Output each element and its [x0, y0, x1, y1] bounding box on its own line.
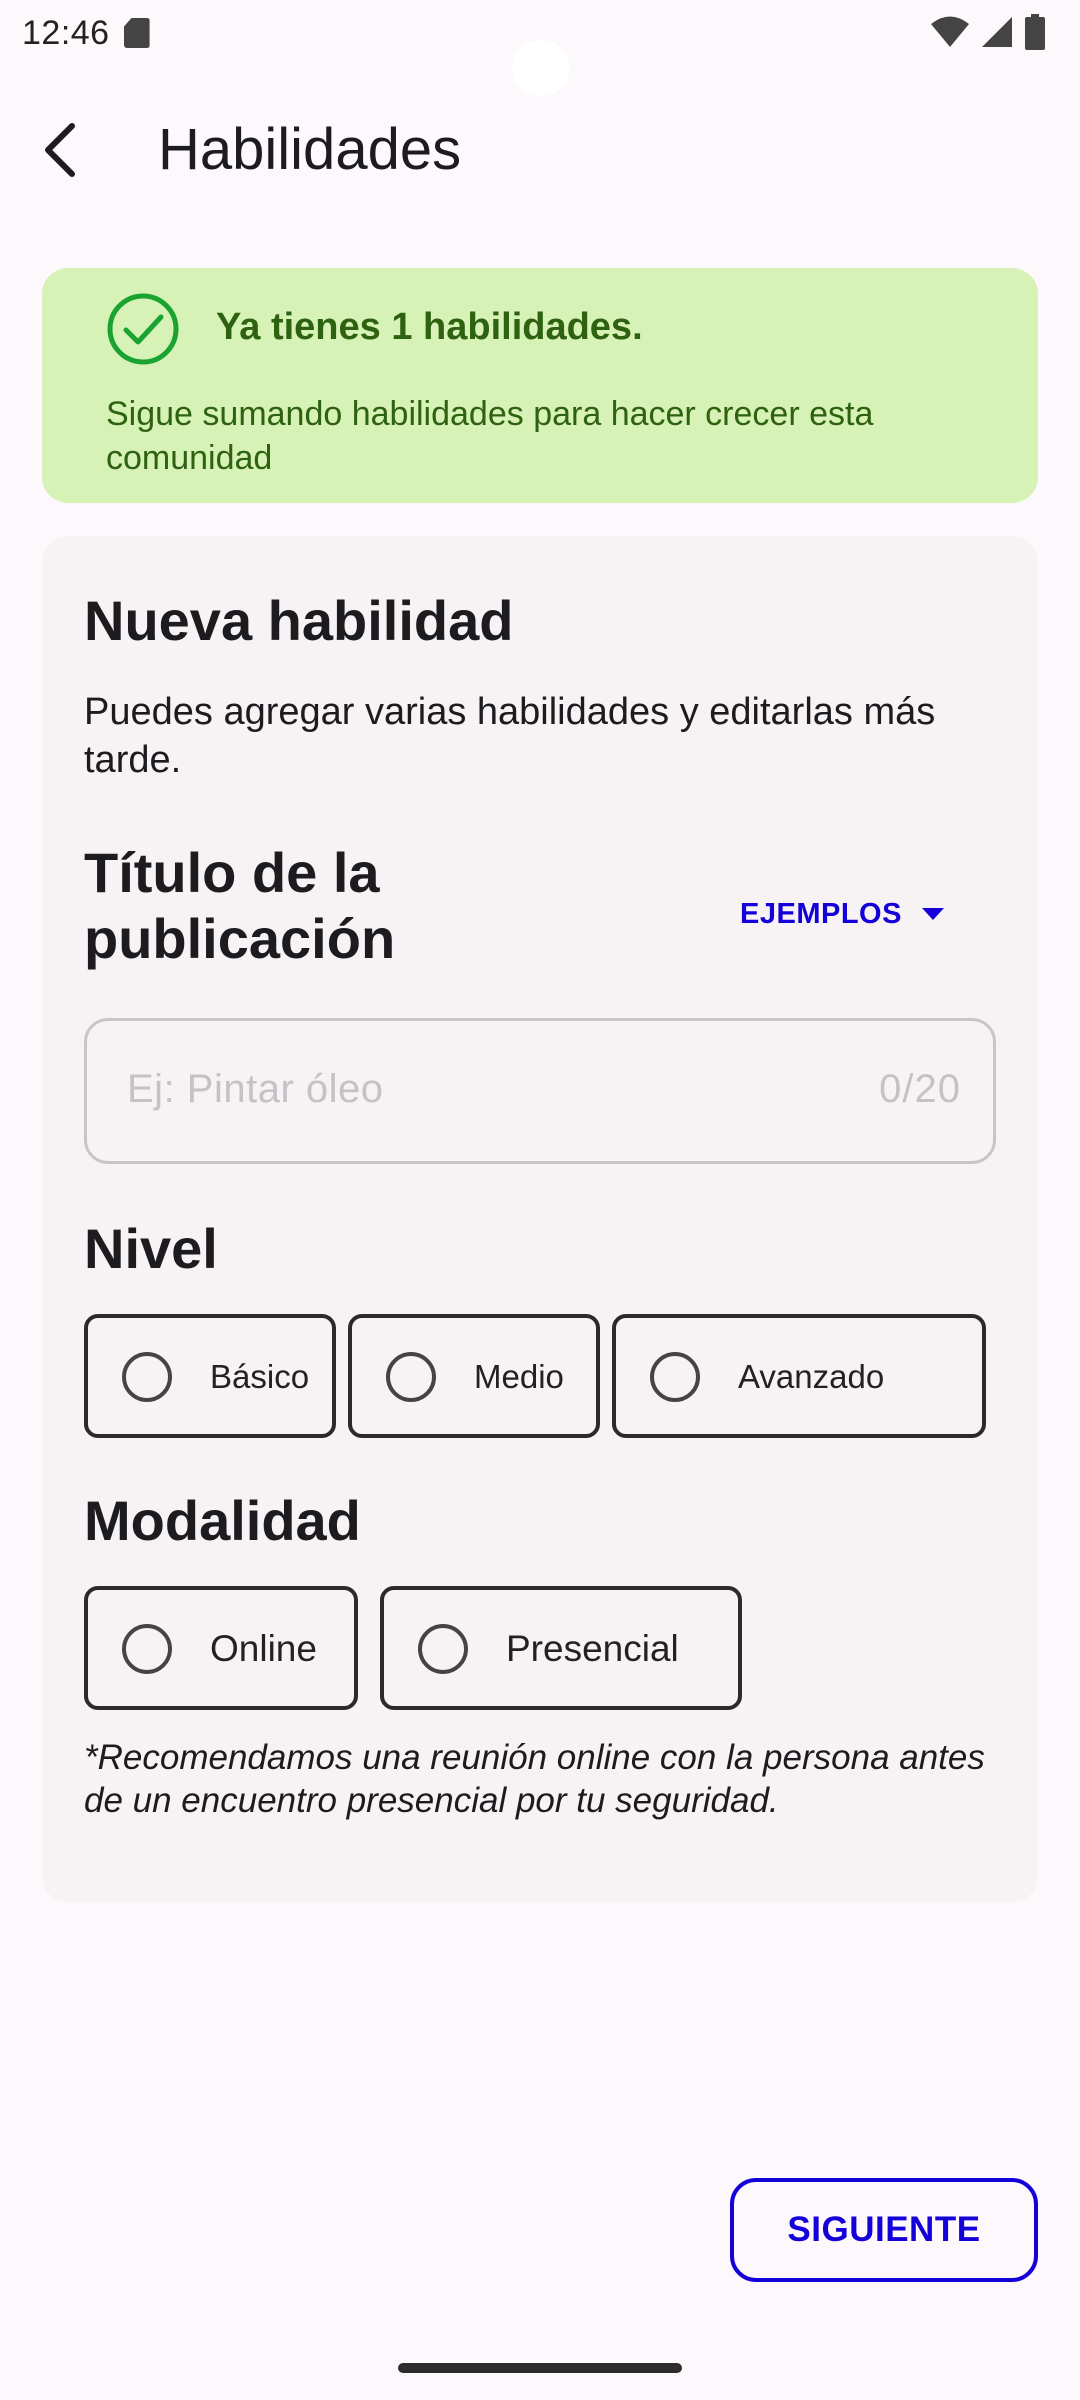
examples-button[interactable]: EJEMPLOS [740, 884, 944, 944]
character-counter: 0/20 [879, 1067, 961, 1111]
examples-label: EJEMPLOS [740, 897, 902, 930]
option-label: Online [210, 1628, 317, 1669]
page-title: Habilidades [158, 117, 462, 182]
banner-text: Sigue sumando habilidades para hacer cre… [106, 395, 874, 477]
modality-option-presencial[interactable]: Presencial [380, 1586, 742, 1710]
radio-icon [386, 1352, 436, 1402]
option-label: Medio [474, 1358, 564, 1395]
dropdown-arrow-icon [921, 908, 944, 920]
radio-icon [418, 1624, 468, 1674]
app-bar: Habilidades [0, 96, 1080, 206]
card-description: Puedes agregar varias habilidades y edit… [84, 691, 936, 781]
level-option-basico[interactable]: Básico [84, 1314, 336, 1438]
option-label: Básico [210, 1358, 310, 1395]
new-skill-card: Nueva habilidad Puedes agregar varias ha… [42, 536, 1038, 1902]
status-icons [930, 14, 1046, 50]
sd-card-icon [123, 18, 150, 48]
status-time: 12:46 [22, 13, 110, 52]
level-label: Nivel [84, 1217, 218, 1280]
option-label: Avanzado [738, 1358, 885, 1395]
post-title-input[interactable]: Ej: Pintar óleo 0/20 [84, 1018, 996, 1164]
level-option-avanzado[interactable]: Avanzado [612, 1314, 986, 1438]
radio-icon [122, 1624, 172, 1674]
radio-icon [650, 1352, 700, 1402]
back-button[interactable] [22, 110, 102, 190]
signal-icon [982, 17, 1012, 47]
banner-title: Ya tienes 1 habilidades. [216, 306, 643, 348]
card-title: Nueva habilidad [84, 589, 514, 652]
camera-cutout [512, 40, 570, 96]
success-banner: Ya tienes 1 habilidades. Sigue sumando h… [42, 268, 1038, 503]
safety-footnote: *Recomendamos una reunión online con la … [84, 1738, 985, 1820]
home-indicator[interactable] [398, 2363, 682, 2373]
radio-icon [122, 1352, 172, 1402]
check-circle-icon [107, 293, 179, 365]
modality-option-online[interactable]: Online [84, 1586, 358, 1710]
wifi-icon [931, 16, 969, 47]
arrow-back-icon [45, 123, 75, 177]
option-label: Presencial [506, 1628, 679, 1669]
next-button[interactable]: SIGUIENTE [730, 2178, 1038, 2282]
modality-label: Modalidad [84, 1489, 361, 1552]
battery-icon [1025, 14, 1045, 50]
post-title-label: Título de la publicación [84, 841, 396, 970]
input-placeholder: Ej: Pintar óleo [127, 1067, 384, 1111]
level-option-medio[interactable]: Medio [348, 1314, 600, 1438]
